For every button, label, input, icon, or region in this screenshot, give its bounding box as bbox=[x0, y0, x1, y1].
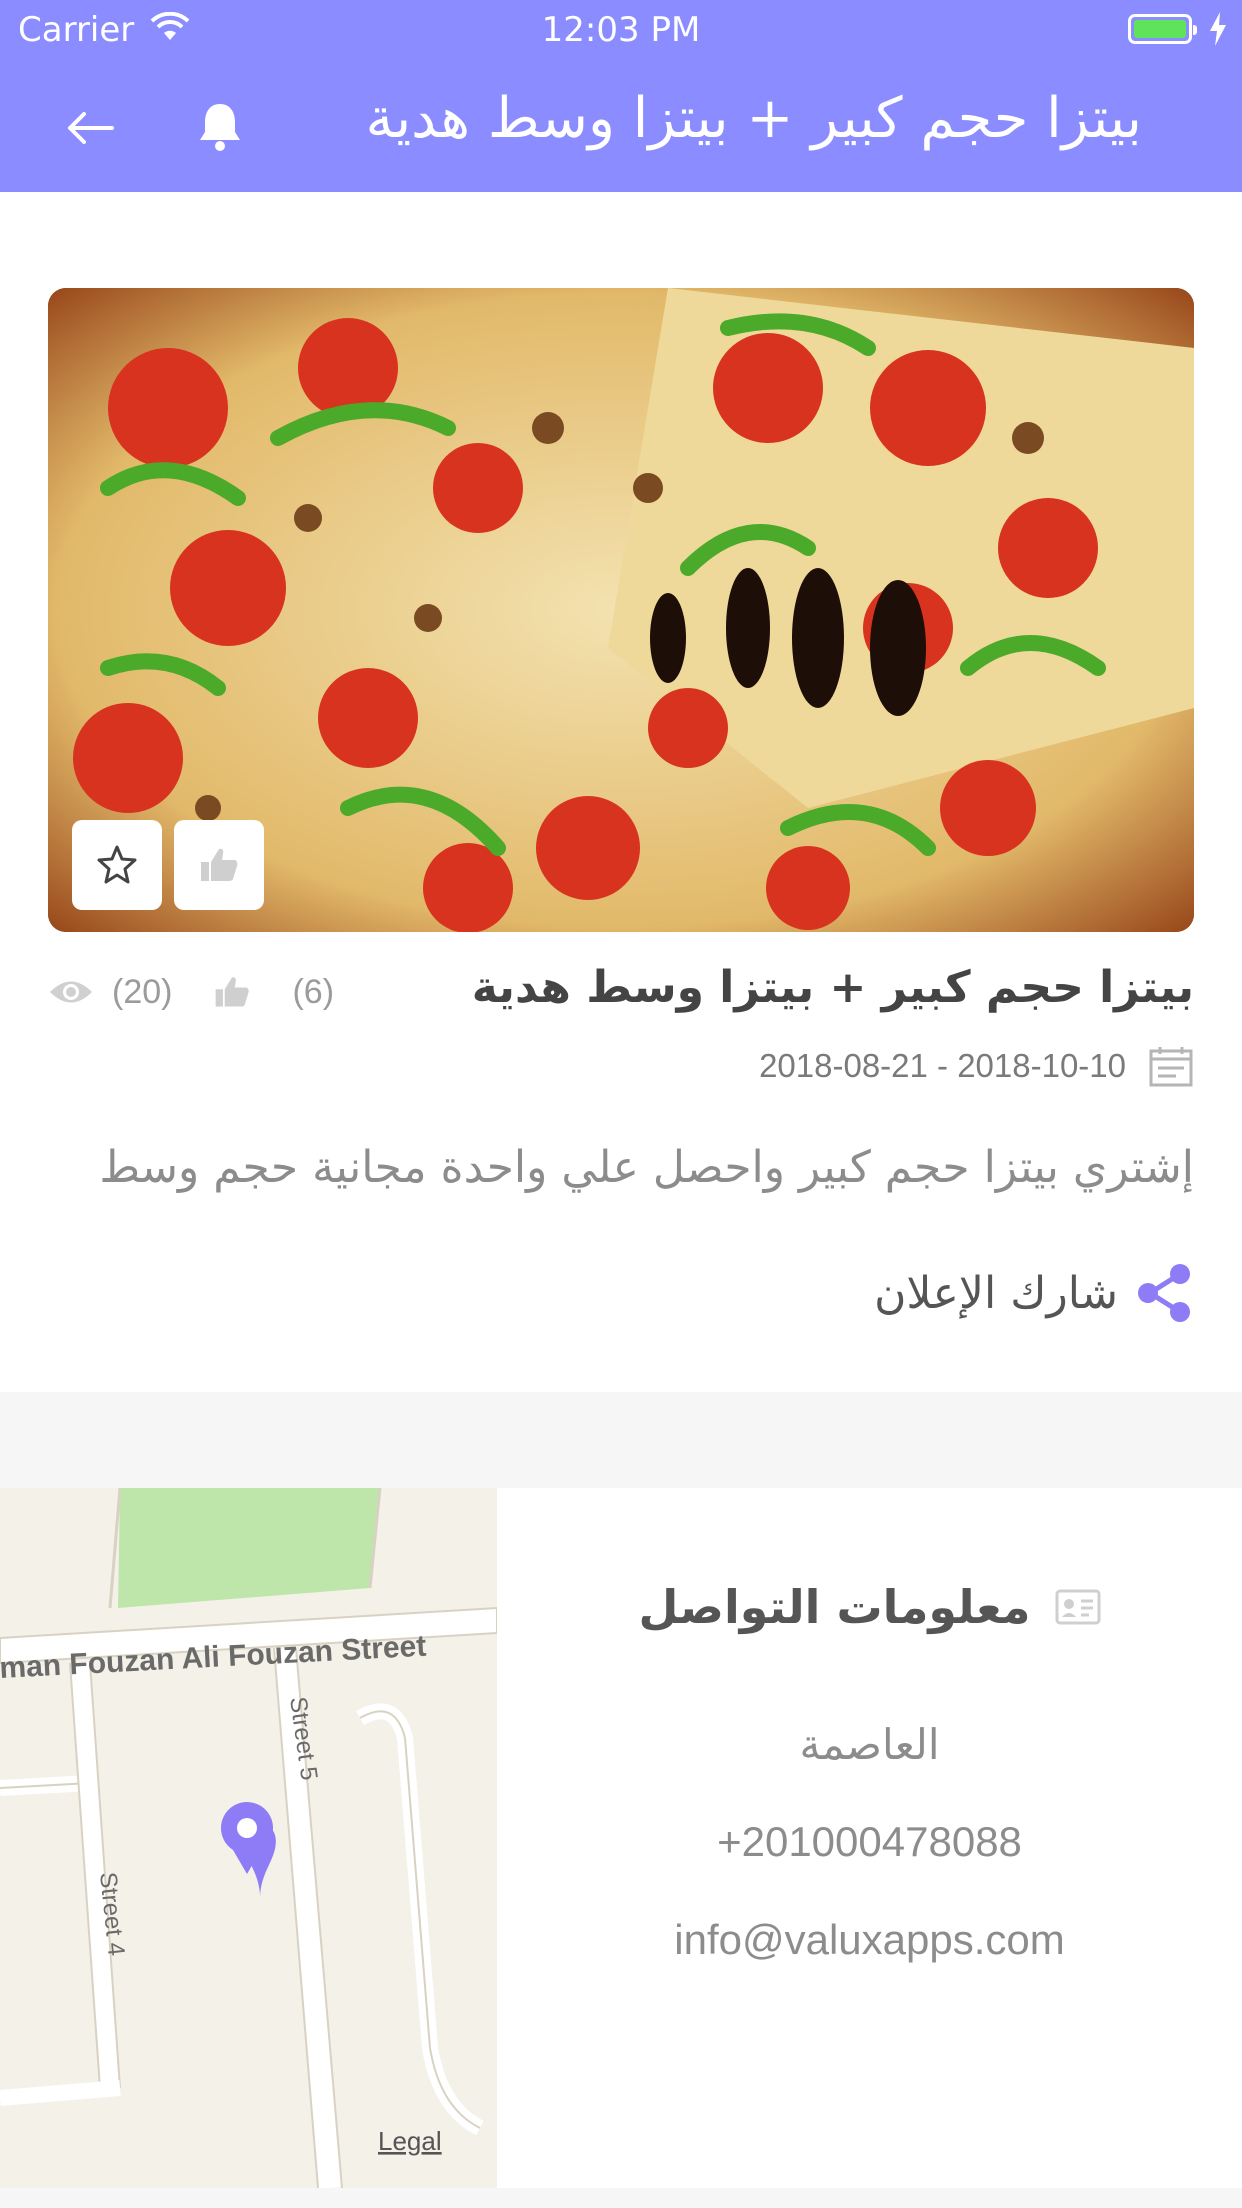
location-map[interactable]: man Fouzan Ali Fouzan Street Street 5 St… bbox=[0, 1488, 497, 2188]
page-title: بيتزا حجم كبير + بيتزا وسط هدية bbox=[365, 86, 1142, 151]
map-legal-link[interactable]: Legal bbox=[378, 2126, 442, 2156]
offer-image bbox=[48, 288, 1194, 932]
offer-card: بيتزا حجم كبير + بيتزا وسط هدية (20) (6)… bbox=[0, 192, 1242, 1392]
status-bar: Carrier 12:03 PM bbox=[0, 0, 1242, 62]
offer-title: بيتزا حجم كبير + بيتزا وسط هدية bbox=[471, 962, 1194, 1013]
share-button[interactable]: شارك الإعلان bbox=[874, 1262, 1194, 1324]
offer-description: إشتري بيتزا حجم كبير واحصل علي واحدة مجا… bbox=[99, 1142, 1194, 1193]
battery-icon bbox=[1128, 14, 1197, 44]
contact-email[interactable]: info@valuxapps.com bbox=[497, 1916, 1242, 1964]
contact-title-row: معلومات التواصل bbox=[497, 1580, 1242, 1634]
eye-icon bbox=[50, 981, 92, 1003]
date-range: 2018-08-21 - 2018-10-10 bbox=[759, 1047, 1126, 1084]
contact-city: العاصمة bbox=[799, 1721, 940, 1768]
contact-phone[interactable]: +201000478088 bbox=[497, 1818, 1242, 1866]
calendar-icon bbox=[1149, 1047, 1193, 1087]
navigation-bar: بيتزا حجم كبير + بيتزا وسط هدية bbox=[0, 62, 1242, 192]
contact-section: man Fouzan Ali Fouzan Street Street 5 St… bbox=[0, 1488, 1242, 2188]
thumbs-up-icon bbox=[216, 977, 250, 1007]
arrow-left-icon[interactable] bbox=[60, 98, 120, 158]
favorite-button[interactable] bbox=[72, 820, 162, 910]
contact-info: معلومات التواصل العاصمة +201000478088 in… bbox=[497, 1488, 1242, 2188]
clock: 12:03 PM bbox=[541, 10, 701, 50]
share-icon bbox=[1138, 1264, 1190, 1322]
bell-icon[interactable] bbox=[190, 96, 250, 156]
contact-title: معلومات التواصل bbox=[638, 1580, 1031, 1634]
offer-stats: (20) (6) bbox=[48, 972, 334, 1012]
charging-bolt-icon bbox=[1210, 12, 1226, 46]
contact-card-icon bbox=[1055, 1589, 1100, 1625]
likes-count: (6) bbox=[292, 972, 335, 1011]
star-icon bbox=[97, 845, 137, 884]
offer-dates: 2018-08-21 - 2018-10-10 bbox=[759, 1044, 1194, 1088]
share-label: شارك الإعلان bbox=[874, 1267, 1118, 1319]
views-count: (20) bbox=[112, 972, 173, 1011]
like-button[interactable] bbox=[174, 820, 264, 910]
thumbs-up-icon bbox=[201, 848, 238, 881]
